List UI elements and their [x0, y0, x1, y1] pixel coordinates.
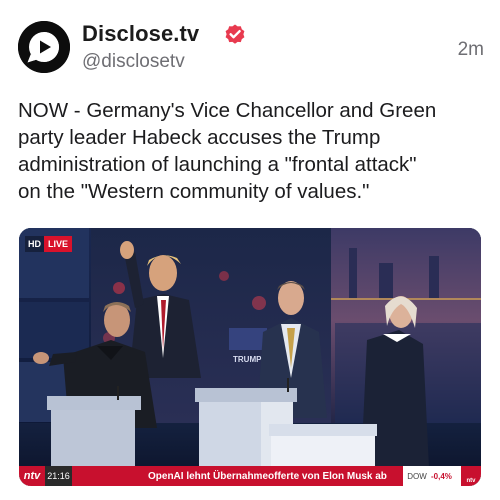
verified-badge-icon [225, 24, 245, 44]
author-handle[interactable]: @disclosetv [82, 51, 185, 73]
post-text: NOW - Germany's Vice Chancellor and Gree… [18, 97, 488, 205]
post-text-line: NOW - Germany's Vice Chancellor and Gree… [18, 99, 437, 122]
author-name[interactable]: Disclose.tv [82, 21, 199, 47]
ticker-time: 21:16 [45, 466, 72, 486]
avatar[interactable] [18, 21, 70, 73]
live-label: LIVE [44, 236, 73, 252]
post-text-line: administration of launching a "frontal a… [18, 153, 417, 176]
rally-sign-text: TRUMP [233, 355, 262, 364]
post-text-line: on the "Western community of values." [18, 180, 370, 203]
news-ticker: ntv 21:16 OpenAI lehnt Übernahmeofferte … [19, 466, 481, 486]
social-post: Disclose.tv @disclosetv 2m NOW - Germany… [0, 0, 500, 500]
hd-label: HD [25, 236, 44, 252]
post-header: Disclose.tv @disclosetv 2m [18, 17, 484, 77]
channel-logo: ntv [19, 466, 45, 486]
tv-studio-frame: TRUMP [19, 228, 481, 486]
corner-logo: ntv [461, 466, 481, 486]
index-label: DOW [403, 466, 431, 486]
post-media-video[interactable]: TRUMP HD LIVE ntv 21:16 OpenAI lehnt Übe… [19, 228, 481, 486]
ticker-headline: OpenAI lehnt Übernahmeofferte von Elon M… [72, 466, 403, 486]
live-badge: HD LIVE [25, 236, 73, 252]
post-text-line: party leader Habeck accuses the Trump [18, 126, 381, 149]
play-speech-bubble-icon [18, 21, 70, 73]
index-value: -0,4% [431, 466, 461, 486]
post-timestamp[interactable]: 2m [458, 39, 484, 61]
